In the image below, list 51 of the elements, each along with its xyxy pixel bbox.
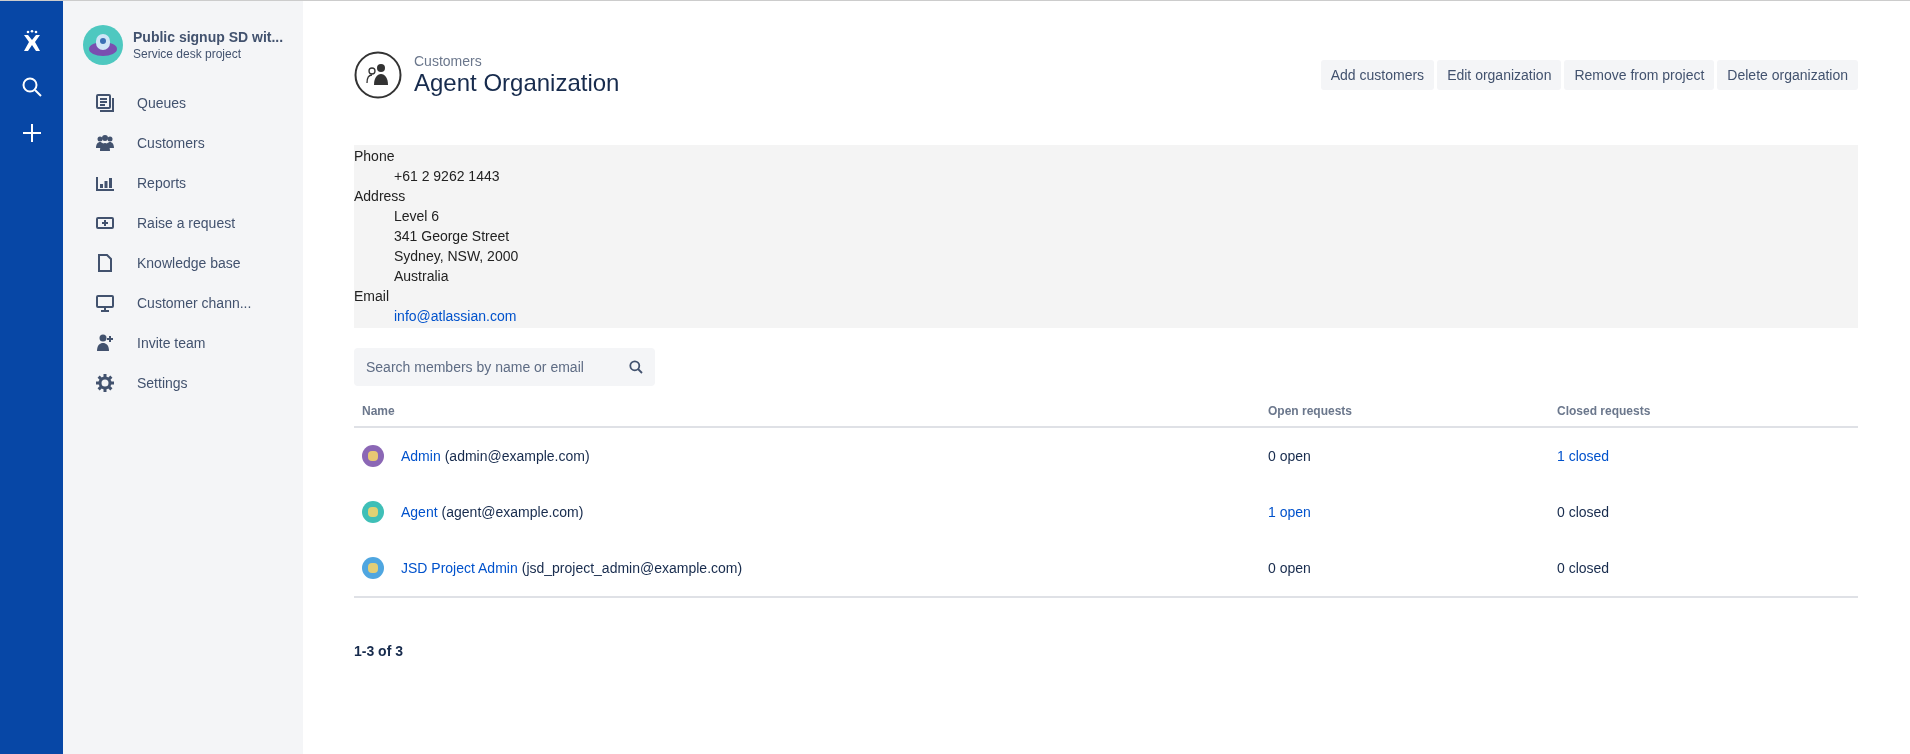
- action-button[interactable]: Add customers: [1320, 60, 1435, 90]
- column-header: Closed requests: [1557, 404, 1651, 418]
- request-count-link[interactable]: 1 closed: [1557, 448, 1610, 464]
- breadcrumb-link[interactable]: Customers: [414, 53, 620, 69]
- column-header: Name: [362, 404, 395, 418]
- sidebar-item[interactable]: Settings: [83, 363, 295, 403]
- detail-value: 341 George Street: [393, 227, 511, 246]
- detail-value: Level 6: [393, 207, 441, 226]
- people-icon: [95, 133, 115, 153]
- sidebar-item[interactable]: Customer chann...: [83, 283, 295, 323]
- page-title: Agent Organization: [414, 69, 620, 97]
- action-button[interactable]: Remove from project: [1564, 60, 1715, 90]
- request-count: 0 open: [1268, 560, 1311, 576]
- sidebar-item[interactable]: Raise a request: [83, 203, 295, 243]
- detail-link[interactable]: info@atlassian.com: [354, 306, 1858, 326]
- document-icon: [95, 253, 115, 273]
- request-count: 0 closed: [1557, 504, 1610, 520]
- detail-label: Address: [354, 187, 407, 206]
- customer-name-link[interactable]: Admin: [401, 448, 441, 464]
- monitor-icon: [95, 293, 115, 313]
- request-count: 0 closed: [1557, 560, 1610, 576]
- detail-label: Phone: [354, 147, 396, 166]
- sidebar-item[interactable]: Knowledge base: [83, 243, 295, 283]
- project-name[interactable]: Public signup SD wit...: [133, 29, 284, 45]
- customer-email: (agent@example.com): [441, 504, 584, 520]
- customer-email: (jsd_project_admin@example.com): [521, 560, 743, 576]
- detail-value: +61 2 9262 1443: [393, 167, 501, 186]
- detail-label: Email: [354, 287, 390, 306]
- search-icon: [629, 360, 643, 374]
- detail-value: Sydney, NSW, 2000: [393, 247, 520, 266]
- organization-icon: [354, 51, 402, 99]
- settings-icon: [95, 373, 115, 393]
- sidebar-item[interactable]: Reports: [83, 163, 295, 203]
- project-avatar-icon: [83, 25, 123, 65]
- queues-icon: [95, 93, 115, 113]
- search-field[interactable]: Search members by name or email: [354, 348, 655, 386]
- customer-email: (admin@example.com): [444, 448, 590, 464]
- sidebar-item[interactable]: Customers: [83, 123, 295, 163]
- action-button[interactable]: Edit organization: [1437, 60, 1562, 90]
- add-person-icon: [95, 333, 115, 353]
- action-button[interactable]: Delete organization: [1717, 60, 1858, 90]
- detail-value: Australia: [393, 267, 450, 286]
- request-count-link[interactable]: 1 open: [1268, 504, 1311, 520]
- customer-name-link[interactable]: JSD Project Admin: [401, 560, 518, 576]
- project-type: Service desk project: [133, 47, 243, 61]
- request-count: 0 open: [1268, 448, 1311, 464]
- pagination-count: 1-3 of 3: [354, 643, 404, 659]
- column-header: Open requests: [1268, 404, 1353, 418]
- sidebar-item[interactable]: Queues: [83, 83, 295, 123]
- sidebar-item[interactable]: Invite team: [83, 323, 295, 363]
- customer-name-link[interactable]: Agent: [401, 504, 438, 520]
